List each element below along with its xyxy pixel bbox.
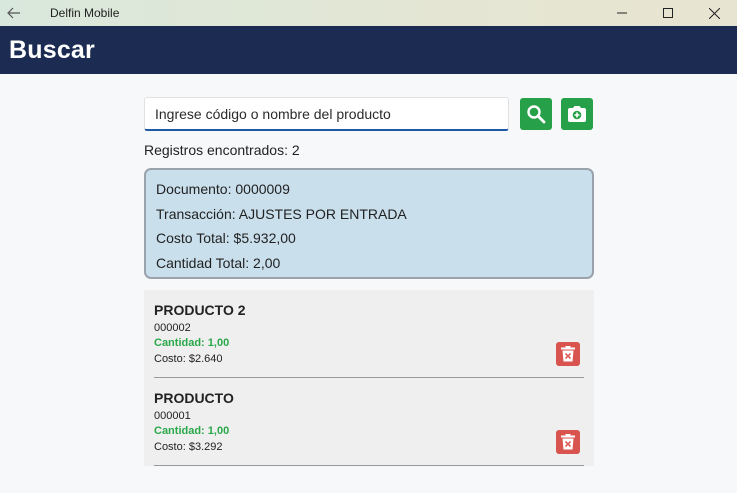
back-button[interactable] [0, 0, 28, 26]
product-cost: Costo: $3.292 [154, 441, 223, 453]
window-titlebar: Delfin Mobile [0, 0, 737, 26]
back-arrow-icon [7, 7, 20, 19]
delete-item-button[interactable] [556, 430, 580, 454]
close-button[interactable] [691, 0, 737, 26]
search-button[interactable] [520, 98, 552, 130]
summary-costo-total: Costo Total: $5.932,00 [156, 230, 296, 246]
summary-documento: Documento: 0000009 [156, 181, 290, 197]
maximize-button[interactable] [645, 0, 691, 26]
product-quantity: Cantidad: 1,00 [154, 425, 230, 437]
records-count: Registros encontrados: 2 [144, 142, 300, 158]
list-item: PRODUCTO 000001 Cantidad: 1,00 Costo: $3… [154, 378, 584, 466]
search-input[interactable] [155, 105, 508, 122]
minimize-icon [617, 12, 627, 14]
product-code: 000001 [154, 410, 191, 422]
summary-cantidad-total: Cantidad Total: 2,00 [156, 254, 281, 271]
page-title: Buscar [9, 35, 95, 64]
summary-transaccion: Transacción: AJUSTES POR ENTRADA [156, 205, 407, 222]
window-title: Delfin Mobile [50, 6, 120, 20]
delete-item-button[interactable] [556, 342, 580, 366]
window-controls [599, 0, 737, 26]
app-header: Buscar [0, 26, 737, 74]
product-quantity: Cantidad: 1,00 [154, 337, 230, 349]
camera-button[interactable] [561, 98, 593, 130]
document-summary-card: Documento: 0000009 Transacción: AJUSTES … [144, 168, 594, 279]
product-name: PRODUCTO 2 [154, 302, 246, 318]
search-field[interactable] [144, 97, 509, 131]
trash-icon [561, 434, 575, 450]
list-item: PRODUCTO 2 000002 Cantidad: 1,00 Costo: … [154, 290, 584, 378]
product-code: 000002 [154, 322, 191, 334]
product-list: PRODUCTO 2 000002 Cantidad: 1,00 Costo: … [144, 290, 594, 466]
search-icon [527, 105, 546, 124]
camera-add-icon [568, 106, 586, 122]
minimize-button[interactable] [599, 0, 645, 26]
close-icon [708, 7, 720, 19]
product-cost: Costo: $2.640 [154, 353, 223, 365]
maximize-icon [663, 8, 673, 18]
trash-icon [561, 346, 575, 362]
product-name: PRODUCTO [154, 390, 234, 406]
